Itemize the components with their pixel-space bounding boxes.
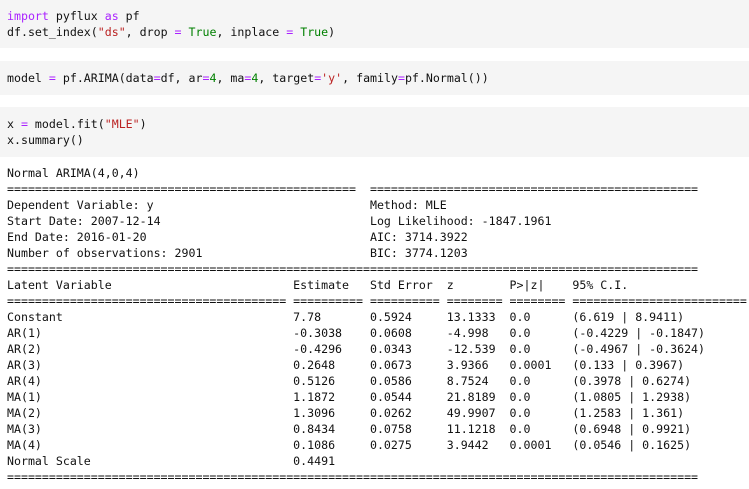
code-text: pf.ARIMA(data (55, 71, 154, 85)
table-row: AR(4) 0.5126 0.0586 8.7524 0.0 (0.3978 |… (7, 374, 692, 388)
code-cell-fit[interactable]: x = model.fit("MLE") x.summary() (0, 107, 749, 157)
code-text: , inplace (216, 25, 287, 39)
table-row: MA(2) 1.3096 0.0262 49.9907 0.0 (1.2583 … (7, 406, 685, 420)
code-text: x.summary() (7, 133, 84, 147)
code-text: ) (328, 25, 336, 39)
keyword-import: import (7, 9, 49, 23)
rule-columns: ========================================… (7, 294, 747, 308)
code-string: "ds" (97, 25, 126, 39)
code-cell-import[interactable]: import pyflux as pf df.set_index("ds", d… (0, 0, 749, 48)
code-line-1: import pyflux as pf (7, 8, 140, 24)
table-row: AR(1) -0.3038 0.0608 -4.998 0.0 (-0.4229… (7, 326, 706, 340)
table-header: Latent Variable Estimate Std Error z P>|… (7, 278, 629, 292)
info-line-obs: Number of observations: 2901 BIC: 3774.1… (7, 246, 468, 260)
code-text: model.fit( (27, 117, 105, 131)
code-text: , drop (125, 25, 175, 39)
rule-top: ========================================… (7, 182, 699, 196)
code-text: pf.Normal()) (404, 71, 489, 85)
code-line-2: x.summary() (7, 132, 84, 148)
code-operator: = (20, 117, 28, 131)
table-row: MA(4) 0.1086 0.0275 3.9442 0.0001 (0.054… (7, 438, 692, 452)
keyword-as: as (104, 9, 119, 23)
code-operator: = (397, 71, 405, 85)
table-row: MA(3) 0.8434 0.0758 11.1218 0.0 (0.6948 … (7, 422, 692, 436)
code-text: x (7, 117, 21, 131)
rule-full: ========================================… (7, 262, 699, 276)
info-line-start: Start Date: 2007-12-14 Log Likelihood: -… (7, 214, 552, 228)
code-text: pf (118, 9, 140, 23)
rule-bottom: ========================================… (7, 470, 699, 484)
model-title: Normal ARIMA(4,0,4) (7, 166, 140, 180)
code-operator: = (48, 71, 56, 85)
info-line-dependent: Dependent Variable: y Method: MLE (7, 198, 447, 212)
code-text: , target (258, 71, 315, 85)
info-line-end: End Date: 2016-01-20 AIC: 3714.3922 (7, 230, 468, 244)
code-text: , ma (216, 71, 245, 85)
code-text: model (7, 71, 49, 85)
code-text: pyflux (48, 9, 105, 23)
code-string: 'y' (321, 71, 343, 85)
code-bool: True (300, 25, 329, 39)
code-operator: = (153, 71, 161, 85)
code-line-1: x = model.fit("MLE") (7, 116, 147, 132)
table-row: Normal Scale 0.4491 (7, 454, 336, 468)
code-string: "MLE" (104, 117, 140, 131)
code-text: , family (342, 71, 398, 85)
code-line-1: model = pf.ARIMA(data=df, ar=4, ma=4, ta… (7, 70, 489, 86)
code-text: df.set_index( (7, 25, 98, 39)
table-row: AR(3) 0.2648 0.0673 3.9366 0.0001 (0.133… (7, 358, 685, 372)
code-line-2: df.set_index("ds", drop = True, inplace … (7, 24, 335, 40)
table-row: MA(1) 1.1872 0.0544 21.8189 0.0 (1.0805 … (7, 390, 692, 404)
table-row: Constant 7.78 0.5924 13.1333 0.0 (6.619 … (7, 310, 685, 324)
code-text: ) (139, 117, 147, 131)
code-operator: = (174, 25, 182, 39)
code-bool: True (188, 25, 217, 39)
code-text: df, ar (160, 71, 203, 85)
table-row: AR(2) -0.4296 0.0343 -12.539 0.0 (-0.496… (7, 342, 706, 356)
code-cell-model[interactable]: model = pf.ARIMA(data=df, ar=4, ma=4, ta… (0, 61, 749, 95)
